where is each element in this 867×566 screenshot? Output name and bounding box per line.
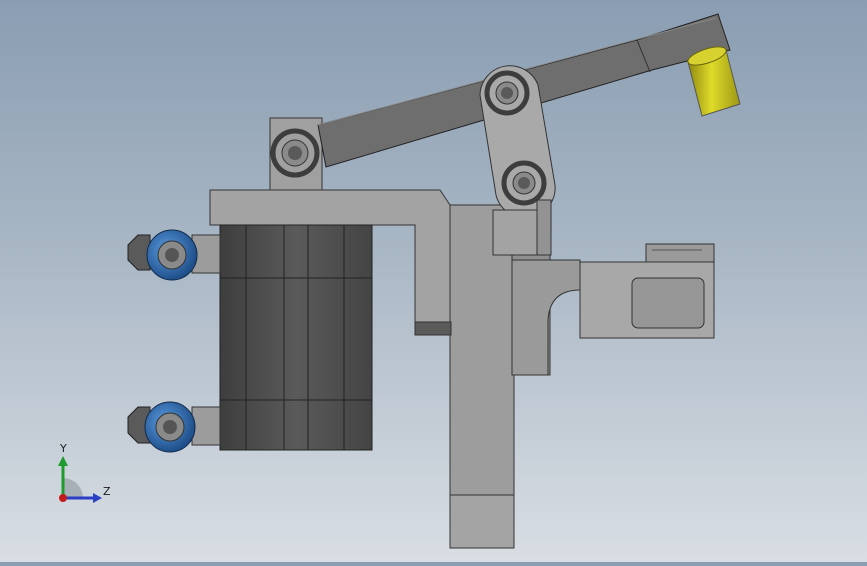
z-axis-label: Z [103, 485, 111, 498]
pressure-pad [687, 46, 741, 117]
air-fitting-top [127, 229, 221, 281]
clamp-body [449, 204, 581, 549]
coordinate-triad-icon: Y Z [40, 440, 130, 520]
toggle-clamp-model [127, 13, 741, 549]
side-block [579, 243, 715, 339]
pneumatic-cylinder [219, 224, 373, 451]
triad-axes [58, 456, 102, 503]
rear-pivot-bracket [269, 117, 323, 191]
y-axis-label: Y [60, 442, 67, 455]
air-fitting-bottom [127, 401, 221, 453]
cad-model-viewport[interactable] [0, 0, 867, 562]
